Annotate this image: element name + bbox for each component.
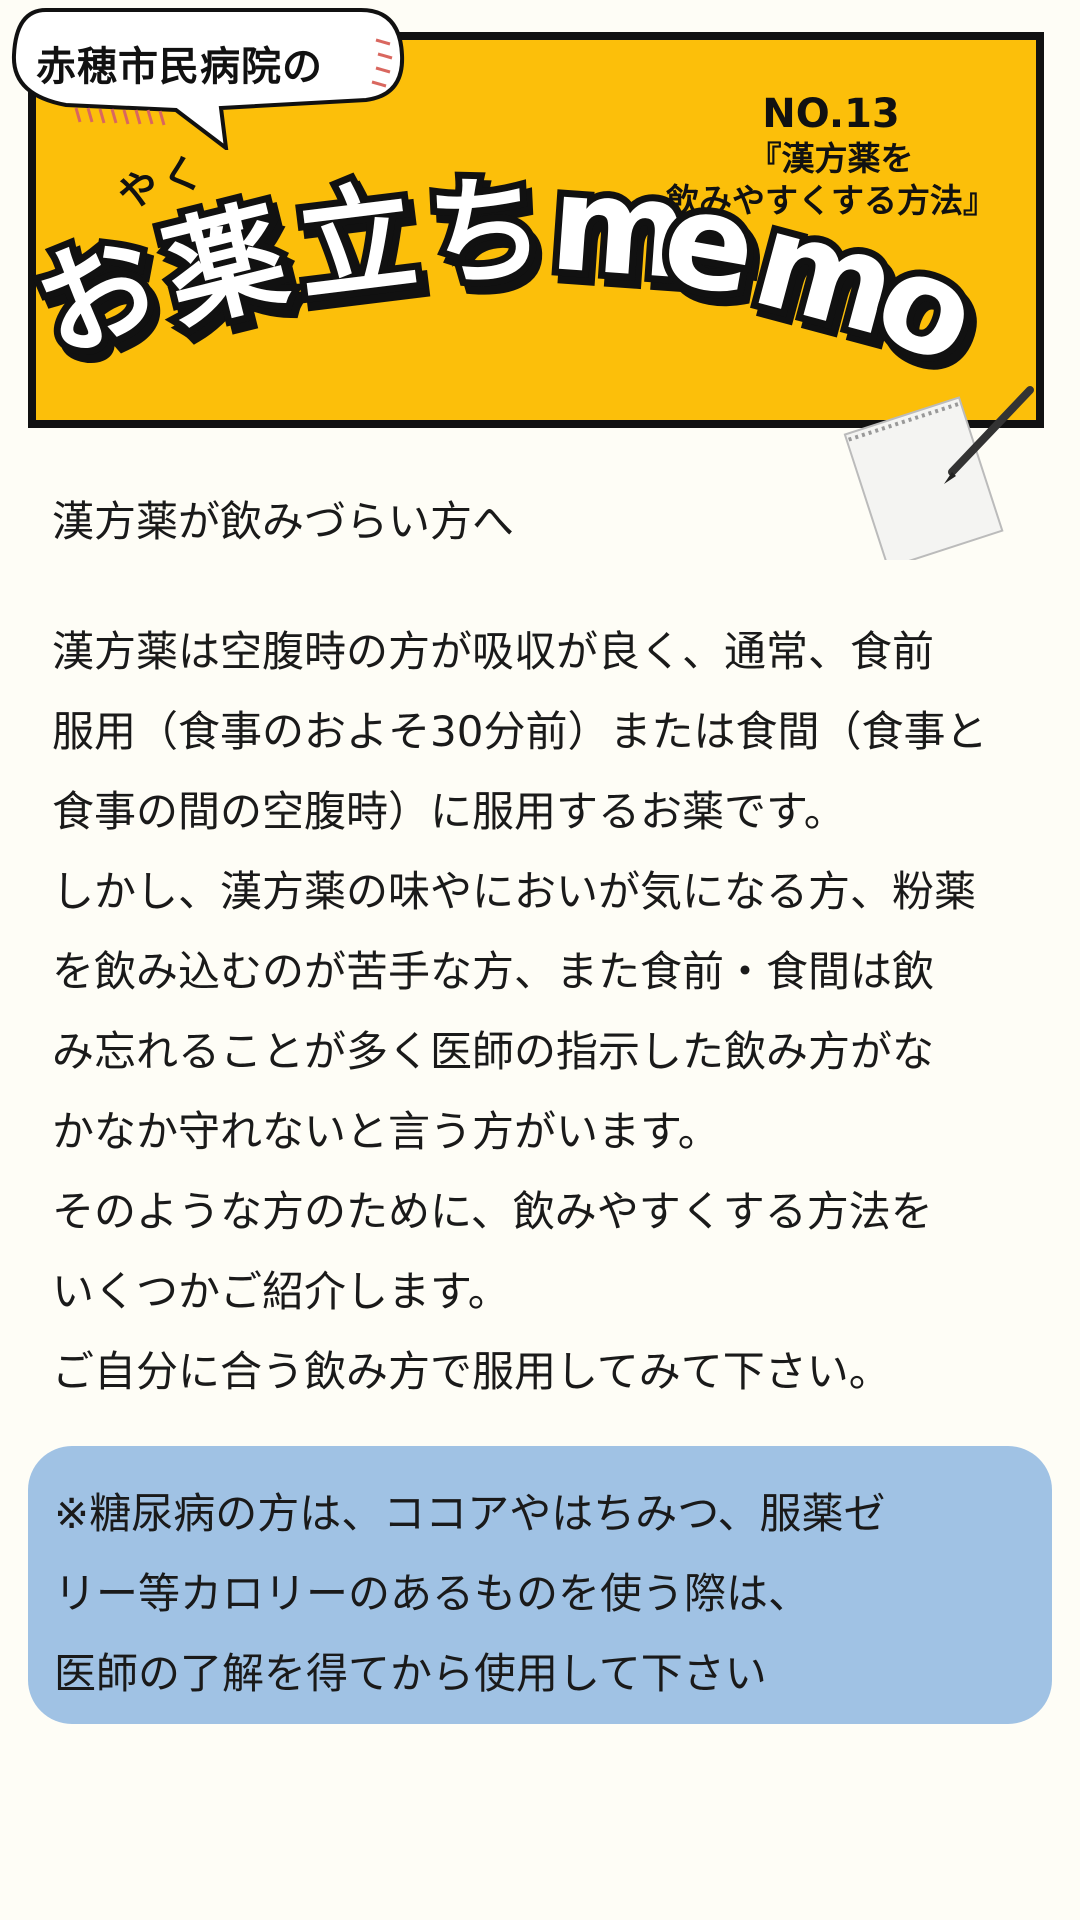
- notice-line: リー等カロリーのあるものを使う際は、: [54, 1569, 811, 1618]
- body-line: いくつかご紹介します。: [52, 1267, 510, 1316]
- diabetes-notice-box: ※糖尿病の方は、ココアやはちみつ、服薬ゼ リー等カロリーのあるものを使う際は、 医師…: [28, 1446, 1052, 1724]
- intro-heading: 漢方薬が飲みづらい方へ: [52, 497, 515, 546]
- body-line: を飲み込むのが苦手な方、また食前・食間は飲: [52, 947, 935, 996]
- notepad-pencil-icon: [843, 386, 1034, 560]
- body-line: そのような方のために、飲みやすくする方法を: [52, 1187, 933, 1236]
- body-line: しかし、漢方薬の味やにおいが気になる方、粉薬: [52, 867, 977, 916]
- body-paragraph: 漢方薬は空腹時の方が吸収が良く、通常、食前服用（食事のおよそ30分前）または食間…: [52, 612, 1052, 1412]
- speech-bubble: 赤穂市民病院の: [6, 0, 406, 150]
- body-line: み忘れることが多く医師の指示した飲み方がな: [52, 1027, 935, 1076]
- body-line: 食事の間の空腹時）に服用するお薬です。: [52, 787, 846, 836]
- hospital-name: 赤穂市民病院の: [36, 44, 323, 90]
- notice-line: 医師の了解を得てから使用して下さい: [54, 1649, 767, 1698]
- logo-char-fill: ち: [424, 161, 547, 303]
- notice-line: ※糖尿病の方は、ココアやはちみつ、服薬ゼ: [54, 1489, 886, 1538]
- issue-number: NO.13: [762, 91, 900, 137]
- body-line: かなか守れないと言う方がいます。: [52, 1107, 720, 1156]
- logo-title: おおお薬薬薬立立立 ちちち mmmeeemmmooo: [28, 150, 1011, 400]
- logo-char-fill: 立: [290, 166, 424, 317]
- body-line: 漢方薬は空腹時の方が吸収が良く、通常、食前: [52, 627, 935, 676]
- body-line: ご自分に合う飲み方で服用してみて下さい。: [52, 1347, 891, 1396]
- body-line: 服用（食事のおよそ30分前）または食間（食事と: [52, 707, 988, 756]
